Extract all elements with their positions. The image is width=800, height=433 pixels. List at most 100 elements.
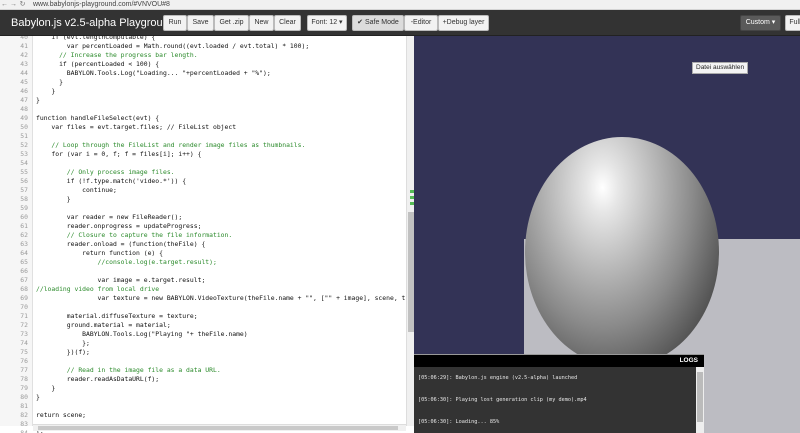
code-text: var texture = new BABYLON.VideoTexture(t… bbox=[36, 294, 407, 302]
line-number: 47 bbox=[20, 96, 28, 104]
code-line: 43 if (percentLoaded < 100) { bbox=[0, 60, 407, 69]
line-number: 67 bbox=[20, 276, 28, 284]
save-button[interactable]: Save bbox=[187, 15, 214, 31]
editor-horizontal-scrollbar[interactable] bbox=[33, 424, 406, 431]
editor-toggle-button[interactable]: -Editor bbox=[404, 15, 438, 31]
code-text: reader.onprogress = updateProgress; bbox=[36, 222, 202, 230]
choose-file-button[interactable]: Datei auswählen bbox=[692, 62, 749, 74]
logs-panel: LOGS [05:06:29]: Babylon.js engine (v2.5… bbox=[414, 354, 704, 433]
code-text: BABYLON.Tools.Log("Playing "+ theFile.na… bbox=[36, 330, 248, 338]
line-number: 75 bbox=[20, 348, 28, 356]
code-text: })(f); bbox=[36, 348, 90, 356]
code-line: 80} bbox=[0, 393, 407, 402]
line-number: 70 bbox=[20, 303, 28, 311]
scrollbar-thumb[interactable] bbox=[38, 426, 398, 430]
debug-layer-button[interactable]: +Debug layer bbox=[438, 15, 489, 31]
code-text: for (var i = 0, f; f = files[i]; i++) { bbox=[36, 150, 202, 158]
code-text: function handleFileSelect(evt) { bbox=[36, 114, 160, 122]
code-line: 65 //console.log(e.target.result); bbox=[0, 258, 407, 267]
code-text: } bbox=[36, 78, 63, 86]
code-text: // Loop through the FileList and render … bbox=[36, 141, 306, 149]
code-line: 48 bbox=[0, 105, 407, 114]
line-number: 82 bbox=[20, 411, 28, 419]
font-size-dropdown[interactable]: Font: 12 ▾ bbox=[307, 15, 347, 31]
code-line: 64 return function (e) { bbox=[0, 249, 407, 258]
safe-mode-toggle[interactable]: ✔ Safe Mode bbox=[352, 15, 404, 31]
code-line: 57 continue; bbox=[0, 186, 407, 195]
code-line: 70 bbox=[0, 303, 407, 312]
code-line: 42 // Increase the progress bar length. bbox=[0, 51, 407, 60]
line-number: 68 bbox=[20, 285, 28, 293]
clear-button[interactable]: Clear bbox=[274, 15, 301, 31]
code-line: 81 bbox=[0, 402, 407, 411]
line-number: 43 bbox=[20, 60, 28, 68]
line-number: 81 bbox=[20, 402, 28, 410]
editor-vertical-scrollbar[interactable] bbox=[406, 36, 414, 426]
line-number: 66 bbox=[20, 267, 28, 275]
line-number: 44 bbox=[20, 69, 28, 77]
line-number: 76 bbox=[20, 357, 28, 365]
code-line: 51 bbox=[0, 132, 407, 141]
logs-scrollbar[interactable] bbox=[696, 367, 704, 433]
app-title: Babylon.js v2.5-alpha Playground bbox=[11, 17, 175, 29]
code-text: material.diffuseTexture = texture; bbox=[36, 312, 198, 320]
code-text: return function (e) { bbox=[36, 249, 163, 257]
line-number: 77 bbox=[20, 366, 28, 374]
code-line: 78 reader.readAsDataURL(f); bbox=[0, 375, 407, 384]
forward-arrow-icon[interactable]: → bbox=[9, 0, 18, 9]
code-text: // Read in the image file as a data URL. bbox=[36, 366, 221, 374]
code-line: 55 // Only process image files. bbox=[0, 168, 407, 177]
new-button[interactable]: New bbox=[249, 15, 274, 31]
line-number: 53 bbox=[20, 150, 28, 158]
code-text: } bbox=[36, 87, 56, 95]
logs-body: [05:06:29]: Babylon.js engine (v2.5-alph… bbox=[414, 367, 696, 433]
code-line: 73 BABYLON.Tools.Log("Playing "+ theFile… bbox=[0, 330, 407, 339]
code-text: //console.log(e.target.result); bbox=[36, 258, 217, 266]
code-text: ground.material = material; bbox=[36, 321, 171, 329]
code-line: 75 })(f); bbox=[0, 348, 407, 357]
line-number: 61 bbox=[20, 222, 28, 230]
code-line: 63 reader.onload = (function(theFile) { bbox=[0, 240, 407, 249]
get-zip-button[interactable]: Get .zip bbox=[214, 15, 249, 31]
line-number: 42 bbox=[20, 51, 28, 59]
browser-address-bar: ← → ↻ www.babylonjs-playground.com/#VNVO… bbox=[0, 0, 800, 10]
code-line: 54 bbox=[0, 159, 407, 168]
back-arrow-icon[interactable]: ← bbox=[0, 0, 9, 9]
code-line: 53 for (var i = 0, f; f = files[i]; i++)… bbox=[0, 150, 407, 159]
url-text[interactable]: www.babylonjs-playground.com/#VNVOU#8 bbox=[33, 0, 170, 9]
code-text: var image = e.target.result; bbox=[36, 276, 206, 284]
code-editor[interactable]: 40 if (evt.lengthComputable) {41 var per… bbox=[0, 36, 414, 433]
code-text: // Closure to capture the file informati… bbox=[36, 231, 233, 239]
app-root: ← → ↻ www.babylonjs-playground.com/#VNVO… bbox=[0, 0, 800, 433]
line-number: 83 bbox=[20, 420, 28, 428]
scrollbar-thumb[interactable] bbox=[697, 372, 703, 422]
code-line: 61 reader.onprogress = updateProgress; bbox=[0, 222, 407, 231]
code-line: 58 } bbox=[0, 195, 407, 204]
code-lines: 40 if (evt.lengthComputable) {41 var per… bbox=[0, 36, 407, 433]
code-text: } bbox=[36, 393, 40, 401]
code-text: }; bbox=[36, 339, 90, 347]
sphere-mesh bbox=[525, 137, 719, 367]
line-number: 71 bbox=[20, 312, 28, 320]
run-button[interactable]: Run bbox=[163, 15, 187, 31]
line-number: 69 bbox=[20, 294, 28, 302]
code-line: 82 return scene; bbox=[0, 411, 407, 420]
log-entry: [05:06:29]: Babylon.js engine (v2.5-alph… bbox=[418, 375, 578, 381]
custom-dropdown[interactable]: Custom ▾ bbox=[740, 15, 781, 31]
code-line: 74 }; bbox=[0, 339, 407, 348]
line-number: 50 bbox=[20, 123, 28, 131]
code-line: 71 material.diffuseTexture = texture; bbox=[0, 312, 407, 321]
line-number: 45 bbox=[20, 78, 28, 86]
reload-icon[interactable]: ↻ bbox=[18, 0, 27, 9]
code-line: 44 BABYLON.Tools.Log("Loading... "+perce… bbox=[0, 69, 407, 78]
fullscreen-button[interactable]: Full bbox=[785, 15, 800, 31]
code-line: 60 var reader = new FileReader(); bbox=[0, 213, 407, 222]
code-line: 62 // Closure to capture the file inform… bbox=[0, 231, 407, 240]
line-number: 79 bbox=[20, 384, 28, 392]
code-line: 68 //loading video from local drive bbox=[0, 285, 407, 294]
code-line: 49 function handleFileSelect(evt) { bbox=[0, 114, 407, 123]
code-text: reader.readAsDataURL(f); bbox=[36, 375, 160, 383]
log-entry: [05:06:30]: Playing lost generation clip… bbox=[418, 397, 587, 403]
code-text: } bbox=[36, 195, 71, 203]
logs-header[interactable]: LOGS bbox=[414, 355, 704, 367]
